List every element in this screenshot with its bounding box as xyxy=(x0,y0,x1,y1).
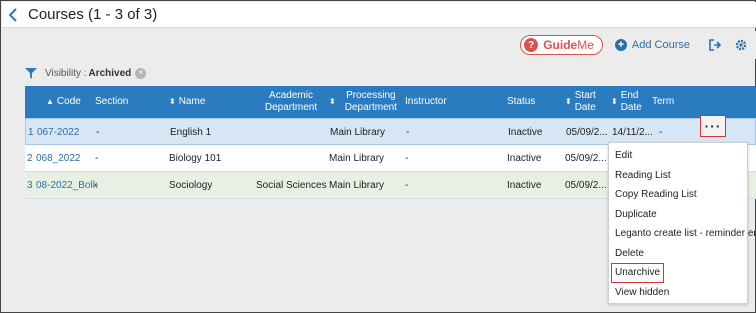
course-instructor: - xyxy=(405,153,409,164)
column-header-section[interactable]: Section xyxy=(95,86,128,118)
course-code-link[interactable]: 068_2022 xyxy=(36,145,81,172)
course-processing-department: Main Library xyxy=(329,180,385,191)
course-processing-department: Main Library xyxy=(329,153,385,164)
row-number: 3 xyxy=(27,180,33,191)
column-header-end-date[interactable]: ⬍ End Date xyxy=(611,86,647,118)
gear-icon[interactable] xyxy=(730,34,752,56)
course-name: Sociology xyxy=(169,180,213,191)
app-frame: Courses (1 - 3 of 3) ? Guide Me + Add Cou… xyxy=(0,0,756,313)
guideme-label-bold: Guide xyxy=(543,38,578,52)
menu-item-delete[interactable]: Delete xyxy=(609,244,644,264)
course-academic-department: Social Sciences xyxy=(256,180,327,191)
row-number: 1 xyxy=(28,127,34,138)
column-header-status[interactable]: Status xyxy=(507,86,535,118)
menu-item-copy-reading-list[interactable]: Copy Reading List xyxy=(609,185,697,205)
column-header-name-label: Name xyxy=(178,96,206,107)
export-icon[interactable] xyxy=(704,34,726,56)
title-bar: Courses (1 - 3 of 3) xyxy=(2,2,756,28)
table-header: ▲ Code Section ⬍ Name Academic Department … xyxy=(25,86,756,118)
menu-item-edit[interactable]: Edit xyxy=(609,146,632,166)
column-header-processing-department-label: Processing Department xyxy=(344,90,397,113)
course-status: Inactive xyxy=(507,180,542,191)
course-section: - xyxy=(96,127,100,138)
filter-value: Archived xyxy=(88,67,132,79)
column-header-end-date-label: End Date xyxy=(620,90,642,113)
menu-item-reading-list[interactable]: Reading List xyxy=(609,166,671,186)
column-header-code-label: Code xyxy=(56,96,81,107)
course-name: English 1 xyxy=(170,127,212,138)
column-header-processing-department[interactable]: ⬍ Processing Department xyxy=(329,86,403,118)
course-start-date: 05/09/2... xyxy=(565,153,607,164)
back-arrow-icon[interactable] xyxy=(2,2,24,28)
course-status: Inactive xyxy=(508,127,543,138)
course-start-date: 05/09/2... xyxy=(566,127,608,138)
add-course-button[interactable]: + Add Course xyxy=(614,39,690,51)
sort-icon: ⬍ xyxy=(611,97,618,106)
column-header-academic-department[interactable]: Academic Department xyxy=(256,86,326,118)
course-start-date: 05/09/2... xyxy=(565,180,607,191)
course-code-link[interactable]: 08-2022_Bolk xyxy=(36,172,98,199)
column-header-name[interactable]: ⬍ Name xyxy=(169,86,205,118)
sort-icon: ⬍ xyxy=(169,97,176,106)
column-header-instructor[interactable]: Instructor xyxy=(405,86,447,118)
filter-label: Visibility : xyxy=(45,67,87,79)
row-actions-menu: Edit Reading List Copy Reading List Dupl… xyxy=(608,142,756,304)
menu-item-duplicate[interactable]: Duplicate xyxy=(609,205,657,225)
course-instructor: - xyxy=(405,180,409,191)
course-section: - xyxy=(95,180,99,191)
filter-bar: Visibility : Archived × xyxy=(25,63,147,83)
course-status: Inactive xyxy=(507,153,542,164)
help-icon: ? xyxy=(524,38,539,52)
column-header-start-date-label: Start Date xyxy=(574,90,596,113)
plus-circle-icon: + xyxy=(614,39,627,51)
course-code-link[interactable]: 067-2022 xyxy=(37,119,79,146)
menu-item-unarchive[interactable]: Unarchive xyxy=(611,263,665,283)
toolbar: ? Guide Me + Add Course xyxy=(2,31,756,59)
course-instructor: - xyxy=(406,127,410,138)
course-section: - xyxy=(95,153,99,164)
page-title: Courses (1 - 3 of 3) xyxy=(28,6,158,23)
menu-item-view-hidden[interactable]: View hidden xyxy=(609,283,669,303)
menu-item-leganto-reminder[interactable]: Leganto create list - reminder email xyxy=(609,224,756,244)
sort-icon: ⬍ xyxy=(565,97,572,106)
column-header-term[interactable]: Term xyxy=(652,86,674,118)
column-header-start-date[interactable]: ⬍ Start Date xyxy=(565,86,603,118)
row-number: 2 xyxy=(27,153,33,164)
add-course-label: Add Course xyxy=(631,39,690,51)
course-processing-department: Main Library xyxy=(330,127,386,138)
row-actions-more-button[interactable]: ··· xyxy=(700,115,726,137)
sort-asc-icon: ▲ xyxy=(46,97,54,106)
guideme-label-rest: Me xyxy=(577,38,594,52)
filter-funnel-icon[interactable] xyxy=(25,67,37,79)
filter-clear-icon[interactable]: × xyxy=(135,67,147,79)
sort-icon: ⬍ xyxy=(329,97,336,106)
course-name: Biology 101 xyxy=(169,153,222,164)
column-header-code[interactable]: ▲ Code xyxy=(46,86,81,118)
guideme-button[interactable]: ? Guide Me xyxy=(520,35,603,55)
table-row[interactable]: 1 067-2022 - English 1 Main Library - In… xyxy=(25,118,756,145)
